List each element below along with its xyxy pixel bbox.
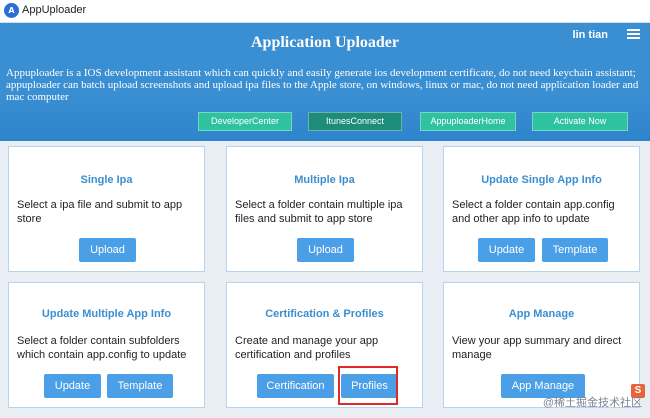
card-title: Update Single App Info	[481, 174, 602, 186]
title-bar: A AppUploader	[0, 0, 650, 23]
card-description: Create and manage your app certification…	[235, 335, 379, 361]
app-header: lin tian Application Uploader Appuploade…	[0, 23, 650, 141]
certification-button[interactable]: Certification	[257, 374, 334, 398]
page-title: Application Uploader	[250, 34, 399, 51]
watermark: @稀土掘金技术社区	[542, 397, 642, 409]
template-button[interactable]: Template	[107, 374, 173, 398]
card-title: Single Ipa	[80, 174, 133, 186]
card-description: View your app summary and direct manage	[452, 335, 622, 361]
card-description: Select a folder contain app.config and o…	[452, 199, 615, 225]
card-description: Select a ipa file and submit to app stor…	[17, 199, 183, 225]
window-title: AppUploader	[22, 4, 87, 16]
card-app-manage: App Manage View your app summary and dir…	[443, 282, 640, 408]
appuploader-home-button[interactable]: AppuploaderHome	[420, 112, 516, 131]
card-title: Multiple Ipa	[294, 174, 355, 186]
card-description: Select a folder contain multiple ipa fil…	[235, 199, 403, 225]
card-title: App Manage	[508, 308, 575, 320]
card-title: Certification & Profiles	[265, 308, 384, 320]
activate-now-button[interactable]: Activate Now	[532, 112, 628, 131]
itunes-connect-button[interactable]: ItunesConnect	[308, 112, 402, 131]
upload-button[interactable]: Upload	[79, 238, 136, 262]
update-button[interactable]: Update	[478, 238, 535, 262]
profiles-highlight-box	[338, 366, 398, 405]
card-title: Update Multiple App Info	[41, 308, 172, 320]
card-multiple-ipa: Multiple Ipa Select a folder contain mul…	[226, 146, 423, 272]
upload-button[interactable]: Upload	[297, 238, 354, 262]
app-logo-icon: A	[4, 3, 19, 18]
update-button[interactable]: Update	[44, 374, 101, 398]
card-update-multiple-app-info: Update Multiple App Info Select a folder…	[8, 282, 205, 408]
app-description: Appuploader is a IOS development assista…	[6, 67, 639, 103]
card-single-ipa: Single Ipa Select a ipa file and submit …	[8, 146, 205, 272]
template-button[interactable]: Template	[542, 238, 608, 262]
card-description: Select a folder contain subfolders which…	[17, 335, 187, 361]
developer-center-button[interactable]: DeveloperCenter	[198, 112, 292, 131]
card-update-single-app-info: Update Single App Info Select a folder c…	[443, 146, 640, 272]
